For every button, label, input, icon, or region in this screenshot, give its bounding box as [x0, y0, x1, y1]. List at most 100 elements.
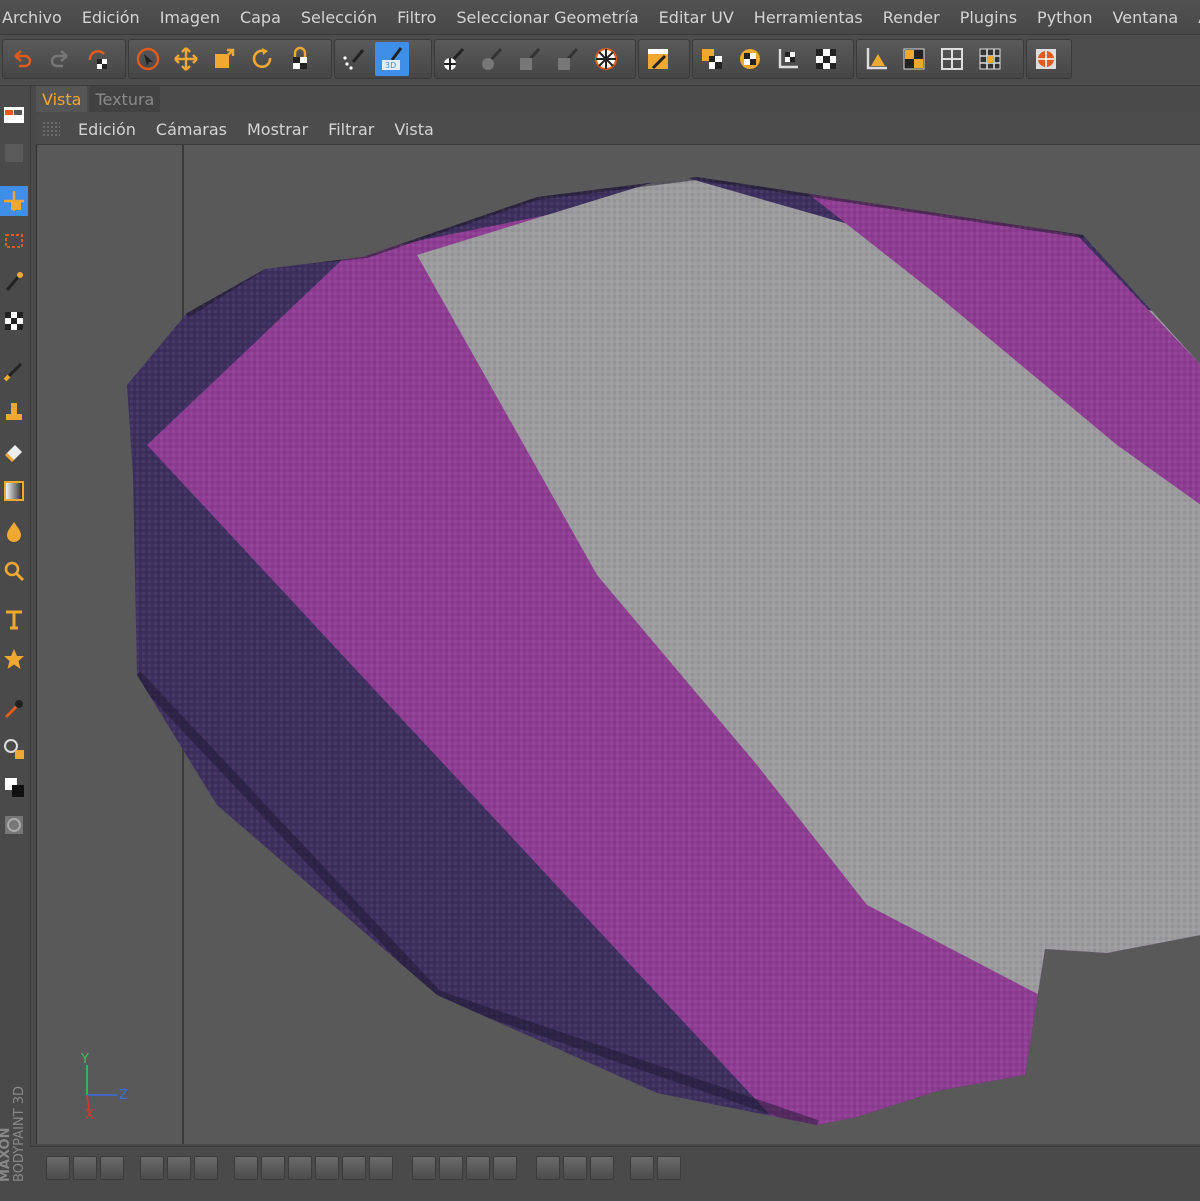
- bottom-tool-8[interactable]: [261, 1156, 285, 1180]
- move-box-icon: [4, 191, 24, 211]
- layout-browser-button[interactable]: [0, 100, 28, 130]
- bottom-tool-13[interactable]: [412, 1156, 436, 1180]
- view-menu-filtrar[interactable]: Filtrar: [318, 120, 384, 139]
- bottom-tool-4[interactable]: [140, 1156, 164, 1180]
- menu-item-5[interactable]: Filtro: [387, 8, 446, 27]
- bottom-tool-20[interactable]: [630, 1156, 654, 1180]
- view-menu-vista[interactable]: Vista: [384, 120, 443, 139]
- bottom-tool-3[interactable]: [100, 1156, 124, 1180]
- brand-label: MAXON BODYPAINT 3D: [0, 1062, 32, 1182]
- bottom-tool-16[interactable]: [493, 1156, 517, 1180]
- mask-tool-button[interactable]: [0, 810, 28, 840]
- paint-3d-mode-button[interactable]: 3D: [375, 42, 409, 76]
- paint-channel-button[interactable]: [475, 42, 509, 76]
- bottom-tool-1[interactable]: [46, 1156, 70, 1180]
- menu-item-1[interactable]: Edición: [72, 8, 150, 27]
- paint-material-button[interactable]: [437, 42, 471, 76]
- bottom-tool-18[interactable]: [563, 1156, 587, 1180]
- paint-sparkle-button[interactable]: [337, 42, 371, 76]
- menu-item-6[interactable]: Seleccionar Geometría: [446, 8, 648, 27]
- cursor-circle-icon: [136, 47, 160, 71]
- lasso-select-button[interactable]: [0, 226, 28, 256]
- menu-item-11[interactable]: Python: [1027, 8, 1102, 27]
- lock-checker-icon: [293, 46, 307, 69]
- shape-tool-button[interactable]: [0, 644, 28, 674]
- stamp-tool-button[interactable]: [0, 396, 28, 426]
- bottom-tool-12[interactable]: [369, 1156, 393, 1180]
- viewport-scene: Y Z X: [80, 145, 1200, 1144]
- menu-item-12[interactable]: Ventana: [1103, 8, 1189, 27]
- toolbar-group-material: [434, 39, 636, 79]
- bottom-group-2: [140, 1155, 218, 1181]
- menu-item-4[interactable]: Selección: [291, 8, 387, 27]
- zoom-tool-button[interactable]: [0, 556, 28, 586]
- gradient-icon: [4, 481, 24, 501]
- uv-axis-button[interactable]: [771, 42, 805, 76]
- menu-item-7[interactable]: Editar UV: [649, 8, 744, 27]
- move-3d-tool-button[interactable]: [0, 186, 28, 216]
- tab-vista[interactable]: Vista: [36, 86, 88, 112]
- axis-corner-icon: [778, 49, 798, 69]
- view-multi-button[interactable]: [973, 42, 1007, 76]
- paint-layer-button[interactable]: [513, 42, 547, 76]
- eraser-tool-button[interactable]: [0, 436, 28, 466]
- eyedropper-tool-button[interactable]: [0, 694, 28, 724]
- layout-split-button[interactable]: [695, 42, 729, 76]
- menu-item-10[interactable]: Plugins: [950, 8, 1027, 27]
- bottom-tool-21[interactable]: [657, 1156, 681, 1180]
- disabled-tool-button[interactable]: [0, 138, 28, 168]
- brush-tool-button[interactable]: [0, 356, 28, 386]
- bottom-tool-6[interactable]: [194, 1156, 218, 1180]
- bottom-tool-5[interactable]: [167, 1156, 191, 1180]
- color-swatch-button[interactable]: [0, 772, 28, 802]
- select-tool-button[interactable]: [131, 42, 165, 76]
- bottom-tool-7[interactable]: [234, 1156, 258, 1180]
- menu-item-13[interactable]: Ayuda: [1188, 8, 1200, 27]
- menu-item-2[interactable]: Imagen: [150, 8, 230, 27]
- panel-grip-icon[interactable]: [42, 121, 60, 137]
- checker-select-button[interactable]: [0, 306, 28, 336]
- undo-button[interactable]: [5, 42, 39, 76]
- view-axis-button[interactable]: [859, 42, 893, 76]
- tab-textura[interactable]: Textura: [89, 86, 161, 112]
- lock-tool-button[interactable]: [283, 42, 317, 76]
- rotate-tool-button[interactable]: [245, 42, 279, 76]
- bottom-tool-19[interactable]: [590, 1156, 614, 1180]
- texture-wheel-button[interactable]: [589, 42, 623, 76]
- view-menu-edicion[interactable]: Edición: [68, 120, 146, 139]
- view-single-button[interactable]: [897, 42, 931, 76]
- gradient-tool-button[interactable]: [0, 476, 28, 506]
- view-menu-mostrar[interactable]: Mostrar: [237, 120, 318, 139]
- bottom-tool-11[interactable]: [342, 1156, 366, 1180]
- bottom-tool-14[interactable]: [439, 1156, 463, 1180]
- fill-tool-button[interactable]: [0, 516, 28, 546]
- menu-item-8[interactable]: Herramientas: [744, 8, 873, 27]
- text-tool-button[interactable]: [0, 604, 28, 634]
- bottom-tool-9[interactable]: [288, 1156, 312, 1180]
- bottom-tool-17[interactable]: [536, 1156, 560, 1180]
- toolbar-group-transform: [128, 39, 332, 79]
- view-quad-button[interactable]: [935, 42, 969, 76]
- render-settings-button[interactable]: [1029, 42, 1063, 76]
- layout-flower-button[interactable]: [733, 42, 767, 76]
- menu-item-0[interactable]: Archivo: [0, 8, 72, 27]
- zoom-view-button[interactable]: [0, 734, 28, 764]
- clapper-icon: [648, 49, 668, 70]
- bottom-tool-15[interactable]: [466, 1156, 490, 1180]
- bottom-tool-10[interactable]: [315, 1156, 339, 1180]
- menu-item-3[interactable]: Capa: [230, 8, 291, 27]
- magic-wand-button[interactable]: [0, 266, 28, 296]
- menu-item-9[interactable]: Render: [873, 8, 950, 27]
- paint-projection-button[interactable]: [551, 42, 585, 76]
- checker-button[interactable]: [809, 42, 843, 76]
- bottom-tool-2[interactable]: [73, 1156, 97, 1180]
- checker-select-icon: [5, 312, 23, 330]
- toolbar-group-layout: [692, 39, 854, 79]
- redo-button[interactable]: [43, 42, 77, 76]
- view-menu-camaras[interactable]: Cámaras: [146, 120, 237, 139]
- render-view-button[interactable]: [641, 42, 675, 76]
- refresh-view-button[interactable]: [81, 42, 115, 76]
- 3d-viewport[interactable]: Y Z X: [36, 145, 1200, 1144]
- scale-tool-button[interactable]: [207, 42, 241, 76]
- move-tool-button[interactable]: [169, 42, 203, 76]
